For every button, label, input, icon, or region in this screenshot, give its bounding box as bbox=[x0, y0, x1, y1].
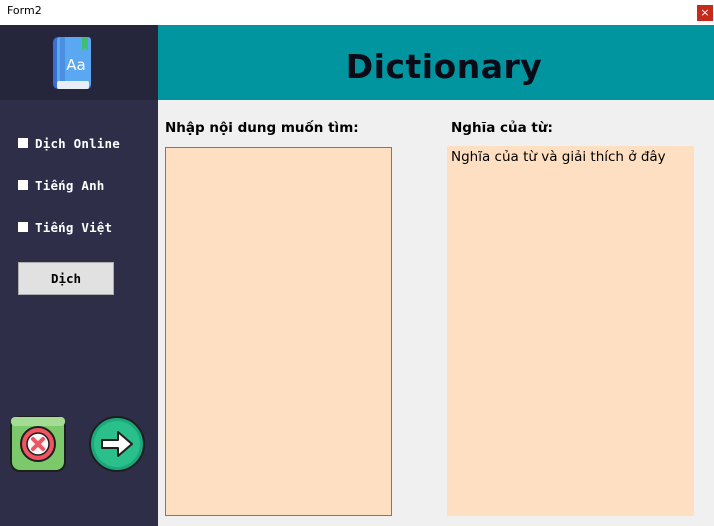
tieng-anh-label: Tiếng Anh bbox=[35, 177, 105, 193]
logo-area: Aa bbox=[0, 25, 158, 100]
meaning-output-box[interactable]: Nghĩa của từ và giải thích ở đây bbox=[447, 146, 694, 516]
input-label: Nhập nội dung muốn tìm: bbox=[165, 120, 359, 136]
window-title: Form2 bbox=[7, 4, 42, 17]
tieng-viet-label: Tiếng Việt bbox=[35, 219, 113, 235]
title-bar: Form2 × bbox=[0, 0, 714, 25]
option-tieng-anh[interactable]: Tiếng Anh bbox=[18, 177, 105, 193]
arrow-right-circle-icon[interactable] bbox=[88, 415, 146, 473]
translate-button[interactable]: Dịch bbox=[18, 262, 114, 295]
option-dich-online[interactable]: Dịch Online bbox=[18, 135, 120, 151]
meaning-text: Nghĩa của từ và giải thích ở đây bbox=[451, 149, 666, 165]
search-input[interactable] bbox=[166, 148, 391, 515]
dich-online-checkbox[interactable] bbox=[18, 138, 28, 148]
close-circle-icon[interactable] bbox=[9, 415, 67, 473]
sidebar: Aa Dịch Online Tiếng Anh Tiếng Việt Dịch bbox=[0, 25, 158, 526]
window-close-button[interactable]: × bbox=[697, 5, 713, 21]
dictionary-book-icon: Aa bbox=[53, 37, 91, 89]
logo-glyph: Aa bbox=[66, 56, 85, 74]
dich-online-label: Dịch Online bbox=[35, 135, 120, 151]
tieng-viet-checkbox[interactable] bbox=[18, 222, 28, 232]
output-label: Nghĩa của từ: bbox=[451, 120, 553, 136]
option-tieng-viet[interactable]: Tiếng Việt bbox=[18, 219, 112, 235]
header-banner: Dictionary bbox=[158, 25, 714, 100]
page-title: Dictionary bbox=[345, 47, 543, 86]
tieng-anh-checkbox[interactable] bbox=[18, 180, 28, 190]
search-input-box[interactable] bbox=[165, 147, 392, 516]
